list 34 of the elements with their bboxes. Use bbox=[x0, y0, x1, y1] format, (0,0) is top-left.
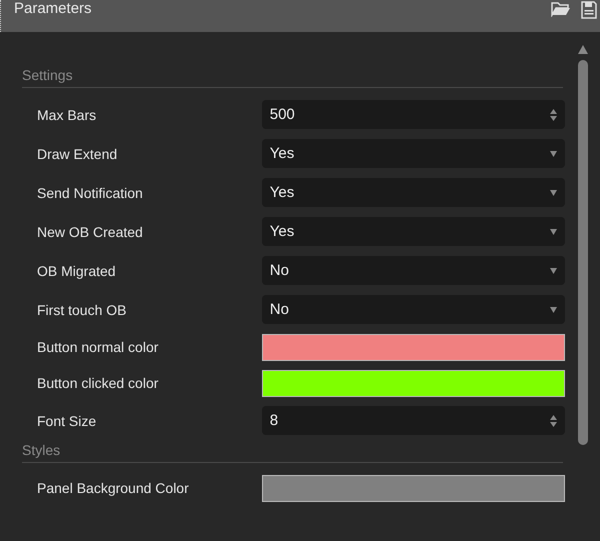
color-swatch[interactable] bbox=[262, 334, 565, 360]
dropdown[interactable]: No bbox=[262, 256, 565, 285]
spin-arrows-icon[interactable] bbox=[550, 108, 557, 120]
param-label: New OB Created bbox=[36, 224, 144, 240]
param-label: Font Size bbox=[36, 412, 98, 428]
section-title: Settings bbox=[22, 66, 74, 85]
param-label: OB Migrated bbox=[36, 262, 117, 278]
dropdown[interactable]: No bbox=[262, 295, 565, 324]
scrollbar-thumb[interactable] bbox=[578, 60, 588, 445]
dropdown[interactable]: Yes bbox=[262, 139, 565, 168]
param-label: First touch OB bbox=[36, 302, 128, 318]
dropdown[interactable]: Yes bbox=[262, 217, 565, 246]
color-swatch[interactable] bbox=[262, 474, 565, 502]
dropdown-arrow-icon[interactable] bbox=[550, 150, 557, 156]
number-spinner[interactable]: 8 bbox=[262, 406, 565, 435]
param-label: Send Notification bbox=[36, 184, 144, 200]
scroll-up-icon[interactable] bbox=[578, 45, 588, 54]
param-label: Panel Background Color bbox=[36, 480, 190, 496]
dropdown-arrow-icon[interactable] bbox=[550, 306, 557, 312]
param-label: Button normal color bbox=[36, 339, 160, 355]
dropdown-arrow-icon[interactable] bbox=[550, 190, 557, 196]
save-icon[interactable] bbox=[581, 1, 597, 19]
section-title: Styles bbox=[22, 441, 62, 460]
dropdown[interactable]: Yes bbox=[262, 178, 565, 207]
dropdown-arrow-icon[interactable] bbox=[550, 268, 557, 274]
spin-arrows-icon[interactable] bbox=[550, 414, 557, 426]
color-swatch[interactable] bbox=[262, 370, 565, 396]
param-label: Max Bars bbox=[36, 106, 98, 122]
param-label: Draw Extend bbox=[36, 146, 118, 162]
dropdown-arrow-icon[interactable] bbox=[550, 228, 557, 234]
folder-icon[interactable] bbox=[551, 1, 571, 17]
panel-title: Parameters bbox=[13, 0, 92, 18]
param-label: Button clicked color bbox=[36, 375, 160, 391]
number-spinner[interactable]: 500 bbox=[262, 100, 565, 129]
